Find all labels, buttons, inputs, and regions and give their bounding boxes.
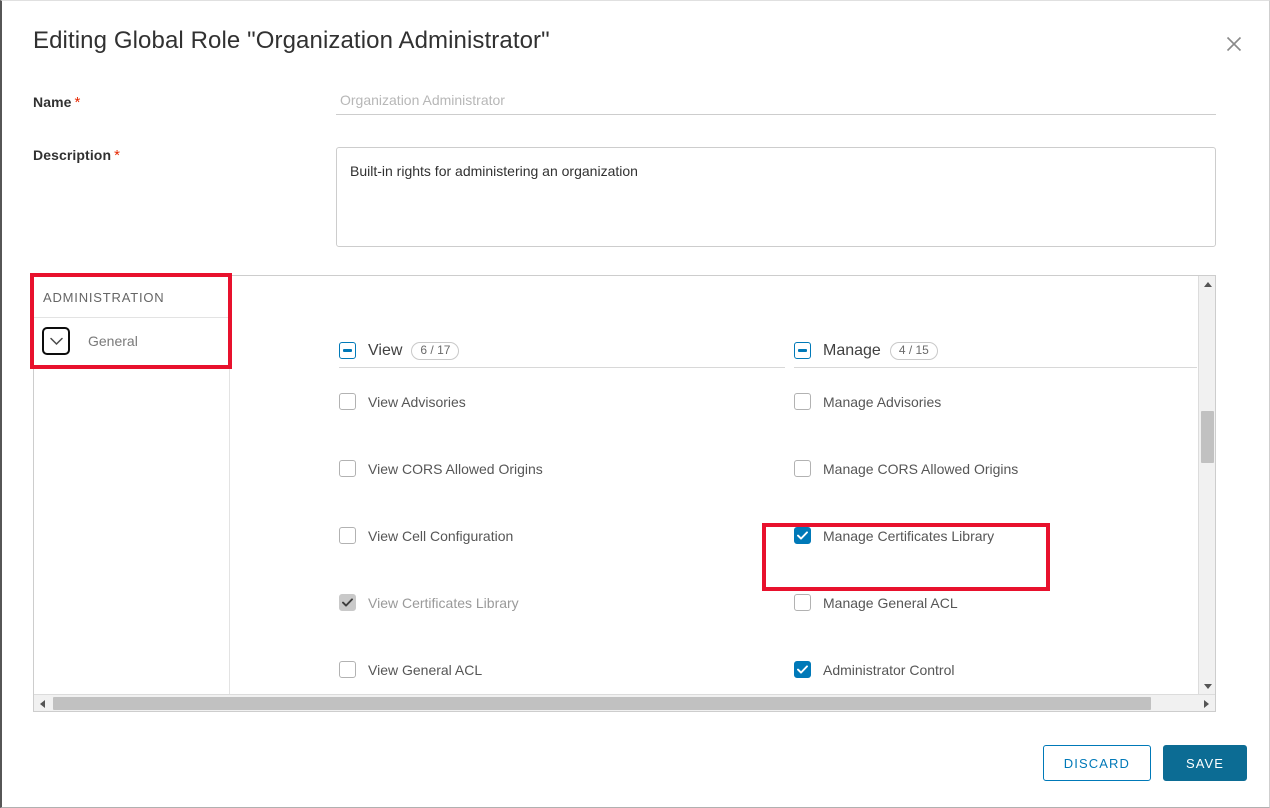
view-advisories-label: View Advisories — [368, 393, 466, 410]
chevron-down-icon[interactable] — [42, 327, 70, 355]
name-required-marker: * — [74, 94, 81, 111]
right-row: View Certificates Library — [339, 569, 785, 636]
manage-cors-allowed-origins-checkbox[interactable] — [794, 460, 811, 477]
view-column-select-all-checkbox[interactable] — [339, 342, 356, 359]
right-row[interactable]: Manage CORS Allowed Origins — [794, 435, 1197, 502]
name-label: Name * — [33, 94, 80, 111]
rights-column-view-count: 6 / 17 — [411, 341, 460, 360]
horizontal-scrollbar-thumb[interactable] — [53, 697, 1151, 710]
manage-certificates-library-label: Manage Certificates Library — [823, 527, 995, 544]
right-row[interactable]: Administrator Control — [794, 636, 1197, 693]
description-label-text: Description — [33, 147, 112, 163]
view-advisories-checkbox[interactable] — [339, 393, 356, 410]
manage-advisories-label: Manage Advisories — [823, 393, 942, 410]
right-row[interactable]: Manage General ACL — [794, 569, 1197, 636]
description-label: Description * — [33, 147, 120, 164]
administrator-control-label: Administrator Control — [823, 661, 955, 678]
right-row[interactable]: View Cell Configuration — [339, 502, 785, 569]
manage-advisories-checkbox[interactable] — [794, 393, 811, 410]
vertical-scrollbar-thumb[interactable] — [1201, 411, 1214, 463]
rights-content: View 6 / 17 View Advisories View CORS Al… — [231, 276, 1197, 693]
view-certificates-library-label: View Certificates Library — [368, 594, 519, 611]
edit-global-role-dialog: Editing Global Role "Organization Admini… — [0, 0, 1270, 808]
sidebar-item-general-label: General — [88, 333, 138, 349]
rights-sidebar: ADMINISTRATION General — [34, 276, 230, 695]
description-textarea[interactable]: Built-in rights for administering an org… — [336, 147, 1216, 247]
dialog-footer: DISCARD SAVE — [1042, 745, 1247, 781]
vertical-scrollbar[interactable] — [1198, 276, 1215, 695]
view-cell-configuration-label: View Cell Configuration — [368, 527, 514, 544]
manage-general-acl-label: Manage General ACL — [823, 594, 958, 611]
right-row[interactable]: View Advisories — [339, 368, 785, 435]
save-button[interactable]: SAVE — [1163, 745, 1247, 781]
rights-panel: ADMINISTRATION General View 6 / 17 View … — [33, 275, 1216, 712]
sidebar-divider — [34, 317, 230, 318]
manage-certificates-library-checkbox[interactable] — [794, 527, 811, 544]
rights-column-view-header: View 6 / 17 — [339, 334, 785, 368]
rights-column-manage: Manage 4 / 15 Manage Advisories Manage C… — [794, 334, 1197, 693]
view-general-acl-label: View General ACL — [368, 661, 483, 678]
name-label-text: Name — [33, 94, 72, 110]
sidebar-item-general[interactable]: General — [34, 321, 230, 361]
horizontal-scrollbar[interactable] — [34, 694, 1215, 711]
rights-column-manage-count: 4 / 15 — [889, 341, 938, 360]
manage-cors-allowed-origins-label: Manage CORS Allowed Origins — [823, 460, 1019, 477]
name-input[interactable] — [336, 89, 1216, 115]
view-cors-allowed-origins-checkbox[interactable] — [339, 460, 356, 477]
description-required-marker: * — [114, 147, 121, 164]
right-row[interactable]: Manage Advisories — [794, 368, 1197, 435]
rights-column-view: View 6 / 17 View Advisories View CORS Al… — [339, 334, 785, 693]
page-title: Editing Global Role "Organization Admini… — [33, 27, 550, 54]
dialog-header: Editing Global Role "Organization Admini… — [2, 1, 1269, 79]
arrow-down-icon[interactable] — [1199, 678, 1216, 695]
rights-column-view-label: View — [368, 341, 403, 359]
right-row[interactable]: Manage Certificates Library — [794, 502, 1197, 569]
arrow-left-icon[interactable] — [34, 695, 51, 712]
view-general-acl-checkbox[interactable] — [339, 661, 356, 678]
right-row[interactable]: View General ACL — [339, 636, 785, 693]
arrow-up-icon[interactable] — [1199, 276, 1216, 293]
view-cell-configuration-checkbox[interactable] — [339, 527, 356, 544]
discard-button[interactable]: DISCARD — [1042, 745, 1151, 781]
arrow-right-icon[interactable] — [1198, 695, 1215, 712]
administrator-control-checkbox[interactable] — [794, 661, 811, 678]
rights-column-manage-header: Manage 4 / 15 — [794, 334, 1197, 368]
rights-column-manage-label: Manage — [823, 341, 881, 359]
right-row[interactable]: View CORS Allowed Origins — [339, 435, 785, 502]
close-icon[interactable] — [1221, 31, 1247, 57]
view-cors-allowed-origins-label: View CORS Allowed Origins — [368, 460, 543, 477]
manage-general-acl-checkbox[interactable] — [794, 594, 811, 611]
sidebar-group-label: ADMINISTRATION — [43, 290, 165, 305]
view-certificates-library-checkbox — [339, 594, 356, 611]
manage-column-select-all-checkbox[interactable] — [794, 342, 811, 359]
